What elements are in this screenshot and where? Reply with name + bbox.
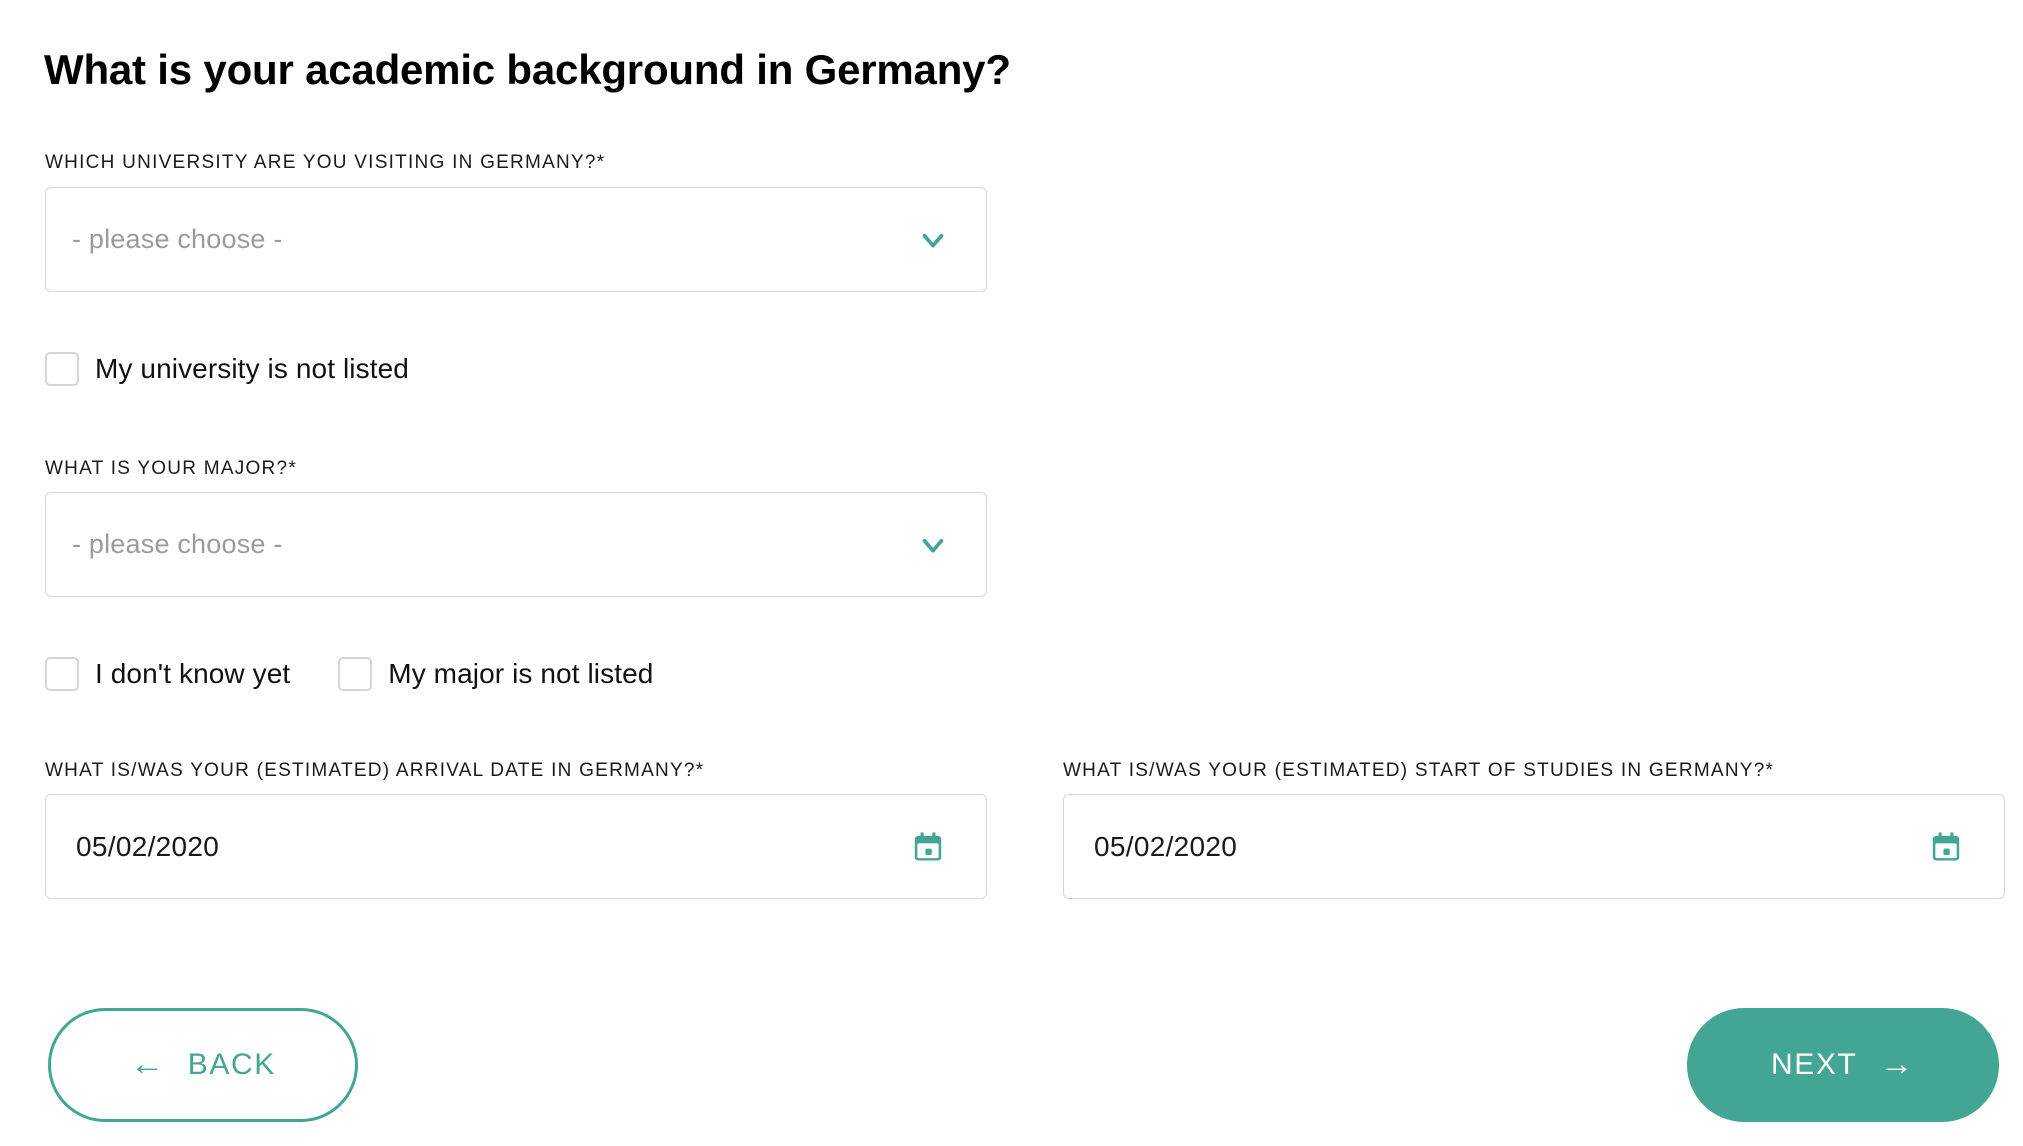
chevron-down-icon[interactable]: [916, 223, 950, 257]
page-title: What is your academic background in Germ…: [44, 46, 1011, 94]
major-select[interactable]: - please choose -: [45, 492, 987, 597]
checkbox-box[interactable]: [45, 657, 79, 691]
university-not-listed-row: My university is not listed: [45, 352, 409, 386]
next-button-label: NEXT: [1770, 1048, 1858, 1081]
checkbox-box[interactable]: [338, 657, 373, 691]
checkbox-university-not-listed[interactable]: My university is not listed: [45, 352, 409, 386]
arrival-date-field-label: WHAT IS/WAS YOUR (ESTIMATED) ARRIVAL DAT…: [45, 760, 705, 781]
university-field-label: WHICH UNIVERSITY ARE YOU VISITING IN GER…: [45, 152, 606, 173]
chevron-down-icon[interactable]: [916, 528, 950, 562]
calendar-icon[interactable]: [1926, 827, 1966, 867]
university-select-value: - please choose -: [72, 224, 283, 254]
start-of-studies-date-value: 05/02/2020: [1094, 830, 1238, 862]
arrival-date-input[interactable]: 05/02/2020: [45, 794, 987, 899]
checkbox-label: My major is not listed: [388, 658, 654, 689]
back-button[interactable]: ← BACK: [48, 1008, 358, 1122]
major-checkbox-row: I don't know yet My major is not listed: [45, 657, 653, 691]
major-select-value: - please choose -: [72, 529, 283, 559]
arrival-date-value: 05/02/2020: [76, 830, 220, 862]
checkbox-label: My university is not listed: [95, 353, 409, 384]
next-button[interactable]: NEXT →: [1687, 1008, 1999, 1122]
major-field-label: WHAT IS YOUR MAJOR?*: [45, 458, 297, 479]
back-button-label: BACK: [187, 1048, 276, 1081]
university-select[interactable]: - please choose -: [45, 187, 987, 292]
checkbox-major-not-listed[interactable]: My major is not listed: [338, 657, 653, 691]
checkbox-dont-know-yet[interactable]: I don't know yet: [45, 657, 290, 691]
start-of-studies-date-input[interactable]: 05/02/2020: [1063, 794, 2005, 899]
arrow-right-icon: →: [1879, 1045, 1916, 1083]
checkbox-box[interactable]: [45, 352, 79, 386]
checkbox-label: I don't know yet: [95, 658, 291, 689]
form-page: What is your academic background in Germ…: [0, 0, 2023, 1146]
arrow-left-icon: ←: [130, 1045, 166, 1083]
calendar-icon[interactable]: [908, 827, 948, 867]
start-of-studies-field-label: WHAT IS/WAS YOUR (ESTIMATED) START OF ST…: [1063, 760, 1775, 781]
